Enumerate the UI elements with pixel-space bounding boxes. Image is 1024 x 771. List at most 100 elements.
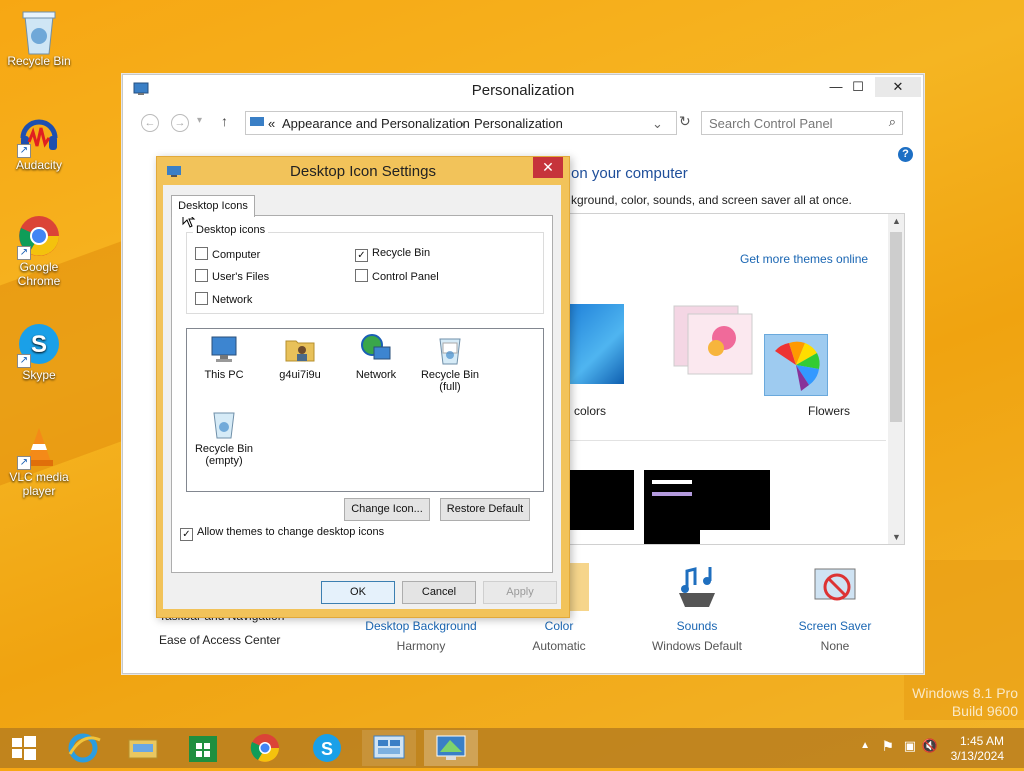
desktop-icon-skype[interactable]: S ↗ Skype	[4, 322, 74, 382]
clock-time: 1:45 AM	[959, 734, 1004, 748]
action-center-flag-icon[interactable]: ⚑	[881, 738, 894, 755]
desktop-icon-recycle-bin[interactable]: Recycle Bin	[4, 8, 74, 68]
checkmark-icon[interactable]: ✓	[355, 249, 368, 262]
breadcrumb-prefix: «	[268, 116, 276, 131]
shortcut-arrow-icon: ↗	[17, 456, 31, 470]
checkbox-icon[interactable]	[355, 269, 368, 282]
internet-explorer-icon[interactable]	[56, 730, 110, 766]
theme-label: Flowers	[808, 404, 851, 418]
back-icon[interactable]: ←	[141, 114, 159, 132]
desktop-icon-chrome[interactable]: ↗ Google Chrome	[4, 214, 74, 288]
scroll-up-icon[interactable]: ▲	[892, 216, 901, 226]
vlc-icon: ↗	[17, 424, 61, 470]
theme-thumbnail-high-contrast[interactable]	[644, 470, 700, 544]
desktop-icon-label: Recycle Bin	[7, 54, 71, 68]
checkbox-network[interactable]: Network	[195, 292, 252, 306]
desktop-background-link[interactable]: Desktop Background	[357, 619, 485, 633]
sounds-icon	[673, 563, 721, 611]
restore-default-button[interactable]: Restore Default	[440, 498, 530, 521]
watermark-line: Build 9600	[951, 703, 1018, 719]
list-item-label: g4ui7i9u	[279, 369, 321, 381]
checkbox-icon[interactable]	[195, 269, 208, 282]
breadcrumb-item[interactable]: Appearance and Personalization	[282, 116, 470, 131]
list-item-user-folder[interactable]: g4ui7i9u	[265, 333, 335, 381]
search-field[interactable]: Search Control Panel ⌕	[701, 111, 903, 135]
chrome-icon: ↗	[17, 214, 61, 260]
checkbox-control-panel[interactable]: Control Panel	[355, 269, 439, 283]
desktop-icon-audacity[interactable]: ↗ Audacity	[4, 112, 74, 172]
skype-taskbar-icon[interactable]: S	[300, 730, 354, 766]
checkmark-icon[interactable]: ✓	[180, 528, 193, 541]
window-titlebar[interactable]: Personalization — ☐ ✕	[123, 75, 923, 103]
checkbox-computer[interactable]: Computer	[195, 247, 260, 261]
screen-saver-item[interactable]: Screen Saver None	[783, 563, 887, 653]
maximize-button[interactable]: ☐	[843, 77, 873, 97]
cancel-button[interactable]: Cancel	[402, 581, 476, 604]
checkbox-recycle-bin[interactable]: ✓ Recycle Bin	[355, 247, 430, 262]
refresh-icon[interactable]: ↻	[679, 113, 691, 130]
dialog-close-button[interactable]: ✕	[533, 157, 563, 178]
scroll-down-icon[interactable]: ▼	[892, 532, 901, 542]
checkbox-allow-themes[interactable]: ✓ Allow themes to change desktop icons	[180, 526, 384, 541]
help-icon[interactable]: ?	[898, 147, 913, 162]
list-item-this-pc[interactable]: This PC	[189, 333, 259, 381]
desktop-icon-label: VLC media player	[9, 470, 69, 498]
list-item-network[interactable]: Network	[341, 333, 411, 381]
breadcrumb-item[interactable]: Personalization	[474, 116, 563, 131]
get-more-themes-link[interactable]: Get more themes online	[740, 252, 868, 266]
recent-pages-icon[interactable]: ▾	[197, 115, 202, 126]
network-icon	[360, 333, 392, 365]
apply-button[interactable]: Apply	[483, 581, 557, 604]
theme-thumbnail-flowers[interactable]	[644, 302, 772, 402]
desktop-icons-group: Desktop icons Computer ✓ Recycle Bin User…	[186, 224, 544, 314]
chevron-down-icon[interactable]: ⌄	[652, 116, 663, 132]
vertical-scrollbar[interactable]: ▲ ▼	[888, 214, 904, 544]
list-item-recycle-bin-empty[interactable]: Recycle Bin (empty)	[189, 407, 259, 467]
show-hidden-icons-icon[interactable]: ▲	[860, 740, 870, 751]
themes-list[interactable]: Get more themes online d colors Flowers …	[563, 213, 905, 545]
list-item-recycle-bin-full[interactable]: Recycle Bin (full)	[415, 333, 485, 393]
link-ease-of-access[interactable]: Ease of Access Center	[159, 633, 280, 647]
personalization-taskbar-icon[interactable]	[424, 730, 478, 766]
desktop-icon-vlc[interactable]: ↗ VLC media player	[4, 424, 74, 498]
theme-label: d colors	[564, 404, 607, 418]
desktop-icon-list[interactable]: This PC g4ui7i9u Network Recycle Bin (fu…	[186, 328, 544, 492]
desktop-icon-label: Google Chrome	[17, 260, 61, 288]
desktop-background-item[interactable]: Desktop Background Harmony	[357, 619, 485, 653]
color-link[interactable]: Color	[511, 619, 607, 633]
chrome-taskbar-icon[interactable]	[238, 730, 292, 766]
network-status-icon[interactable]: ▣	[904, 738, 916, 754]
checkbox-icon[interactable]	[195, 247, 208, 260]
checkbox-label: Allow themes to change desktop icons	[197, 526, 385, 538]
sounds-item[interactable]: Sounds Windows Default	[641, 563, 753, 653]
tab-desktop-icons[interactable]: Desktop Icons	[171, 195, 255, 217]
flowers-selected-icon[interactable]	[764, 334, 828, 396]
volume-muted-icon[interactable]: 🔇	[922, 738, 938, 754]
theme-thumbnail-blue[interactable]	[564, 304, 624, 384]
checkbox-icon[interactable]	[195, 292, 208, 305]
up-arrow-icon[interactable]: ↑	[221, 113, 228, 129]
shortcut-arrow-icon: ↗	[17, 354, 31, 368]
ok-button[interactable]: OK	[321, 581, 395, 604]
scrollbar-thumb[interactable]	[890, 232, 902, 422]
file-explorer-icon[interactable]	[116, 730, 170, 766]
screen-saver-link[interactable]: Screen Saver	[783, 619, 887, 633]
start-button[interactable]	[0, 730, 48, 766]
windows-watermark: Windows 8.1 Pro Build 9600	[912, 684, 1018, 720]
close-button[interactable]: ✕	[875, 77, 921, 97]
sounds-link[interactable]: Sounds	[641, 619, 753, 633]
list-item-label: Recycle Bin (empty)	[194, 443, 254, 467]
address-bar[interactable]: « Appearance and Personalization › Perso…	[245, 111, 677, 135]
theme-thumbnail-high-contrast[interactable]	[564, 470, 634, 530]
forward-icon[interactable]: →	[171, 114, 189, 132]
search-input[interactable]: Search Control Panel	[709, 116, 833, 131]
checkbox-label: Network	[212, 294, 253, 306]
desktop-icon-label: Audacity	[15, 158, 63, 172]
store-icon[interactable]	[176, 730, 230, 766]
clock[interactable]: 1:45 AM 3/13/2024	[951, 734, 1004, 764]
control-panel-taskbar-icon[interactable]	[362, 730, 416, 766]
svg-text:S: S	[321, 739, 333, 759]
change-icon-button[interactable]: Change Icon...	[344, 498, 430, 521]
checkbox-users-files[interactable]: User's Files	[195, 269, 269, 283]
search-icon[interactable]: ⌕	[889, 114, 896, 130]
